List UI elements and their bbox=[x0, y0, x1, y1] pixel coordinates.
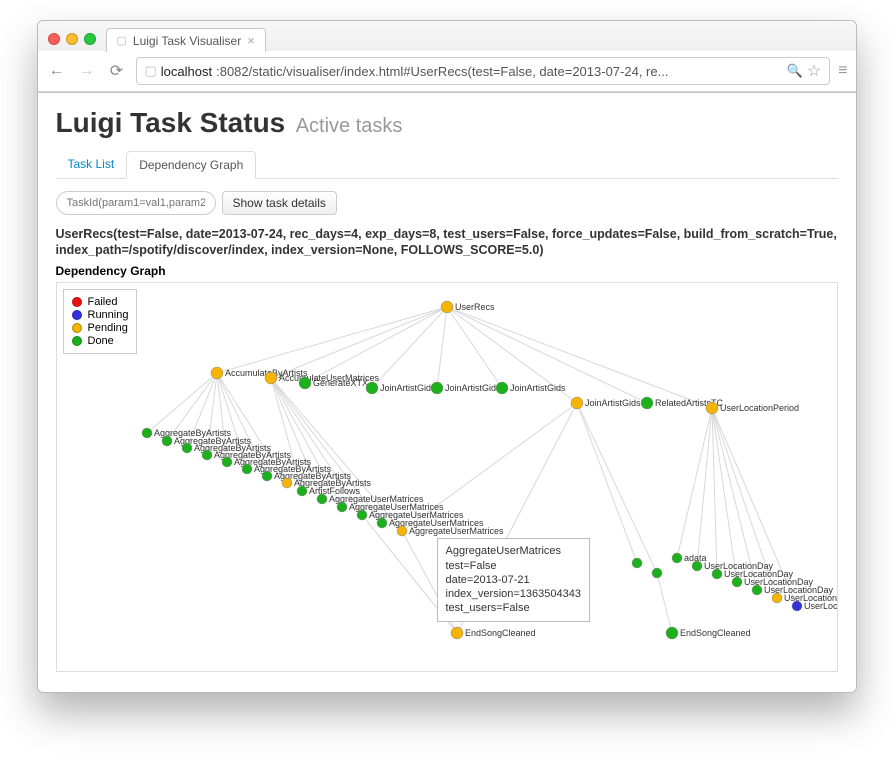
node-agg-um-5[interactable]: AggregateUserMatrices bbox=[397, 526, 504, 536]
controls-row: Show task details bbox=[56, 191, 838, 215]
node-join-artist-gids-4[interactable]: JoinArtistGids bbox=[571, 397, 641, 409]
node-end-song-cleaned-2[interactable]: EndSongCleaned bbox=[666, 627, 751, 639]
node-extra-1[interactable] bbox=[632, 558, 642, 568]
hamburger-menu-icon[interactable]: ≡ bbox=[838, 62, 847, 80]
close-window-button[interactable] bbox=[48, 33, 60, 45]
node-extra-2[interactable] bbox=[652, 568, 662, 578]
view-tabs: Task List Dependency Graph bbox=[56, 151, 838, 179]
svg-text:EndSongCleaned: EndSongCleaned bbox=[680, 628, 751, 638]
zoom-window-button[interactable] bbox=[84, 33, 96, 45]
reload-button[interactable]: ⟳ bbox=[106, 60, 128, 82]
tooltip-line-1: AggregateUserMatrices bbox=[446, 544, 581, 558]
svg-text:JoinArtistGids: JoinArtistGids bbox=[445, 383, 501, 393]
node-user-location-period[interactable]: UserLocationPeriod bbox=[706, 402, 799, 414]
tab-task-list[interactable]: Task List bbox=[56, 151, 127, 178]
forward-button[interactable]: → bbox=[76, 60, 98, 82]
browser-tab-title: Luigi Task Visualiser bbox=[133, 34, 241, 48]
page-icon: ▢ bbox=[117, 34, 127, 47]
page-title: Luigi Task Status bbox=[56, 107, 286, 138]
tab-dependency-graph[interactable]: Dependency Graph bbox=[126, 151, 256, 179]
svg-text:JoinArtistGids: JoinArtistGids bbox=[585, 398, 641, 408]
node-join-artist-gids-2[interactable]: JoinArtistGids bbox=[431, 382, 501, 394]
search-icon[interactable]: 🔍 bbox=[787, 63, 803, 79]
tooltip-line-2: test=False bbox=[446, 559, 581, 573]
dependency-graph-canvas[interactable]: Failed Running Pending Done bbox=[56, 282, 838, 672]
page-content: Luigi Task Status Active tasks Task List… bbox=[38, 93, 856, 692]
bookmark-star-icon[interactable]: ☆ bbox=[807, 61, 821, 81]
tab-strip: ▢ Luigi Task Visualiser × bbox=[38, 21, 856, 51]
task-full-id: UserRecs(test=False, date=2013-07-24, re… bbox=[56, 227, 838, 258]
svg-text:UserLocationDay: UserLocationDay bbox=[804, 601, 837, 611]
tooltip-line-3: date=2013-07-21 bbox=[446, 573, 581, 587]
node-join-artist-gids-1[interactable]: JoinArtistGids bbox=[366, 382, 436, 394]
svg-text:UserLocationPeriod: UserLocationPeriod bbox=[720, 403, 799, 413]
svg-text:UserRecs: UserRecs bbox=[455, 302, 495, 312]
svg-text:JoinArtistGids: JoinArtistGids bbox=[380, 383, 436, 393]
page-subtitle: Active tasks bbox=[296, 115, 403, 137]
browser-window: ▢ Luigi Task Visualiser × ← → ⟳ ▢ localh… bbox=[37, 20, 857, 693]
node-generate-xtx[interactable]: GenerateXTX bbox=[299, 377, 368, 389]
window-controls bbox=[48, 33, 96, 45]
minimize-window-button[interactable] bbox=[66, 33, 78, 45]
node-userrecs[interactable]: UserRecs bbox=[441, 301, 495, 313]
back-button[interactable]: ← bbox=[46, 60, 68, 82]
svg-text:EndSongCleaned: EndSongCleaned bbox=[465, 628, 536, 638]
svg-text:GenerateXTX: GenerateXTX bbox=[313, 378, 368, 388]
browser-chrome: ▢ Luigi Task Visualiser × ← → ⟳ ▢ localh… bbox=[38, 21, 856, 93]
toolbar: ← → ⟳ ▢ localhost :8082/static/visualiser… bbox=[38, 51, 856, 92]
tooltip-line-5: test_users=False bbox=[446, 601, 581, 615]
browser-tab[interactable]: ▢ Luigi Task Visualiser × bbox=[106, 28, 266, 52]
node-uld-6[interactable]: UserLocationDay bbox=[792, 601, 837, 611]
task-id-input[interactable] bbox=[56, 191, 216, 215]
graph-section-title: Dependency Graph bbox=[56, 264, 838, 278]
node-adata[interactable]: adata bbox=[672, 553, 707, 563]
tooltip-line-4: index_version=1363504343 bbox=[446, 587, 581, 601]
url-host: localhost bbox=[161, 64, 212, 79]
svg-text:JoinArtistGids: JoinArtistGids bbox=[510, 383, 566, 393]
node-join-artist-gids-3[interactable]: JoinArtistGids bbox=[496, 382, 566, 394]
address-bar[interactable]: ▢ localhost :8082/static/visualiser/index… bbox=[136, 57, 831, 85]
svg-text:AggregateUserMatrices: AggregateUserMatrices bbox=[409, 526, 504, 536]
node-tooltip: AggregateUserMatrices test=False date=20… bbox=[437, 538, 590, 621]
node-end-song-cleaned-1[interactable]: EndSongCleaned bbox=[451, 627, 536, 639]
close-tab-icon[interactable]: × bbox=[247, 33, 255, 48]
page-header: Luigi Task Status Active tasks bbox=[56, 107, 838, 139]
page-info-icon[interactable]: ▢ bbox=[145, 63, 157, 79]
show-task-details-button[interactable]: Show task details bbox=[222, 191, 337, 215]
url-rest: :8082/static/visualiser/index.html#UserR… bbox=[216, 64, 668, 79]
